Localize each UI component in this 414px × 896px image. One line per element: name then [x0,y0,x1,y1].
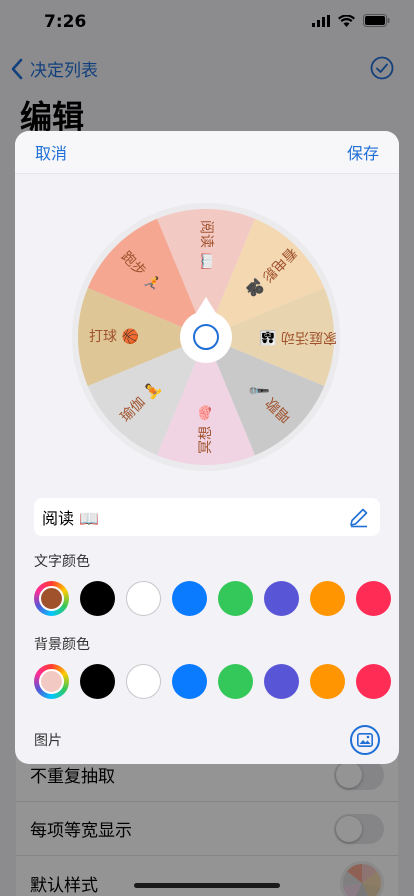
current-bg-color [39,669,64,694]
text-color-swatch[interactable] [310,581,345,616]
custom-text-color-picker[interactable] [34,581,69,616]
edit-item-sheet: 取消 保存 阅读 📖 看电影 🎥 家庭活动 👨‍👩‍👧 唱歌 🎤 冥想 🧠 瑜伽 🧘 打球 … [15,131,399,764]
home-indicator [134,883,280,888]
bg-color-swatch[interactable] [356,664,391,699]
svg-text:冥想 🧠: 冥想 🧠 [198,404,214,454]
text-color-swatches [34,581,391,616]
current-text-color [39,586,64,611]
text-color-swatch[interactable] [80,581,115,616]
wheel-segment-label: 家庭活动 👨‍👩‍👧 [259,329,337,346]
item-name-value: 阅读 📖 [42,509,100,528]
item-name-field[interactable]: 阅读 📖 [34,498,380,536]
bg-color-label: 背景颜色 [34,637,90,653]
svg-text:阅读 📖: 阅读 📖 [198,220,215,270]
bg-color-swatch[interactable] [80,664,115,699]
sheet-header: 取消 保存 [15,131,399,174]
wheel-segment-label: 冥想 🧠 [198,404,214,454]
text-color-label: 文字颜色 [34,554,90,570]
wheel-svg: 阅读 📖 看电影 🎥家庭活动 👨‍👩‍👧唱歌 🎤冥想 🧠瑜伽 🧘打球 🏀跑步 🏃 [72,203,340,471]
bg-color-swatch[interactable] [310,664,345,699]
bg-color-swatches [34,664,391,699]
svg-text:打球 🏀: 打球 🏀 [89,327,139,345]
text-color-swatch[interactable] [264,581,299,616]
save-button[interactable]: 保存 [347,140,379,164]
svg-text:家庭活动 👨‍👩‍👧: 家庭活动 👨‍👩‍👧 [259,329,337,346]
image-row: 图片 [34,725,380,755]
wheel-hub [180,311,232,363]
text-color-swatch[interactable] [218,581,253,616]
bg-color-swatch[interactable] [172,664,207,699]
text-color-swatch[interactable] [356,581,391,616]
wheel-segment-label: 打球 🏀 [89,327,139,345]
text-color-swatch[interactable] [172,581,207,616]
pencil-icon[interactable] [348,506,370,528]
custom-bg-color-picker[interactable] [34,664,69,699]
photo-icon [357,733,373,747]
text-color-swatch[interactable] [126,581,161,616]
bg-color-swatch[interactable] [126,664,161,699]
bg-color-swatch[interactable] [264,664,299,699]
wheel-segment-label: 阅读 📖 [198,220,215,270]
image-picker-button[interactable] [350,725,380,755]
bg-color-swatch[interactable] [218,664,253,699]
cancel-button[interactable]: 取消 [35,140,67,164]
wheel-preview[interactable]: 阅读 📖 看电影 🎥 家庭活动 👨‍👩‍👧 唱歌 🎤 冥想 🧠 瑜伽 🧘 打球 🏀 跑步 🏃 [70,201,342,473]
image-label: 图片 [34,733,62,749]
